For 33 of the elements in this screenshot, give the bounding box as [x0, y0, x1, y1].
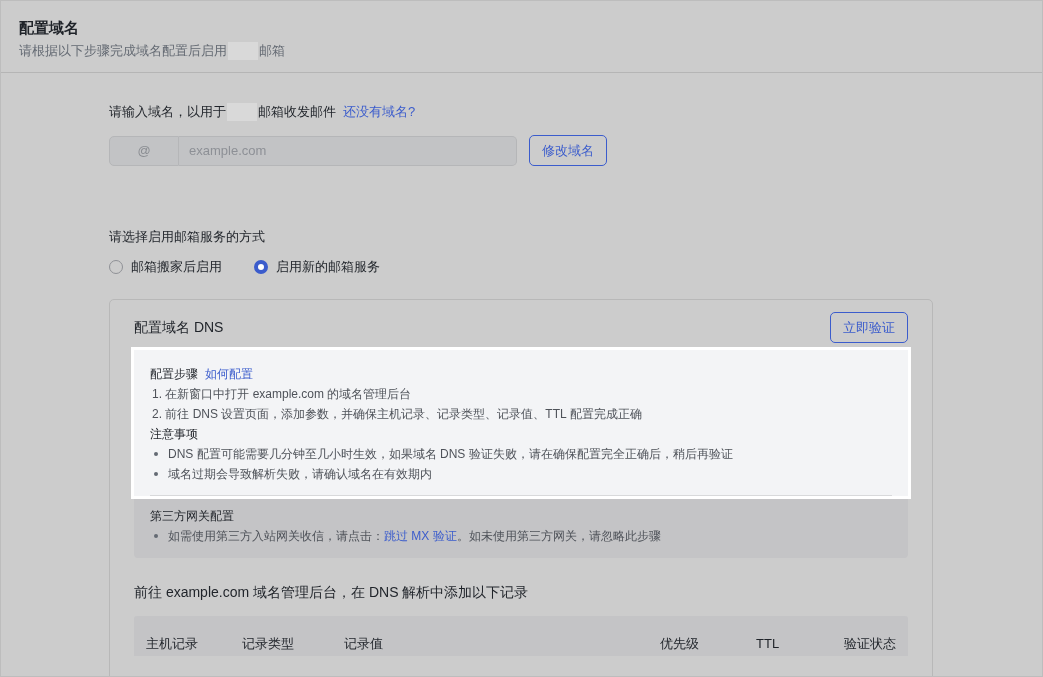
at-prefix: @ [109, 135, 179, 166]
how-to-link[interactable]: 如何配置 [205, 364, 253, 384]
card-title: 配置域名 DNS [134, 318, 224, 337]
verify-button[interactable]: 立即验证 [830, 312, 908, 343]
records-intro: 前往 example.com 域名管理后台，在 DNS 解析中添加以下记录 [134, 584, 530, 602]
column-header: 优先级 [660, 635, 700, 653]
gateway-title: 第三方网关配置 [150, 508, 235, 525]
column-header: 记录值 [344, 635, 384, 653]
bullet-icon [154, 452, 158, 456]
step-text: 2. 前往 DNS 设置页面，添加参数，并确保主机记录、记录类型、记录值、TTL 配置完成正确 [151, 406, 643, 423]
page-subtitle-end: 邮箱 [259, 42, 285, 60]
no-domain-link[interactable]: 还没有域名? [343, 103, 416, 121]
mode-radio-option[interactable]: 启用新的邮箱服务 [254, 258, 380, 276]
gateway-text: 如需使用第三方入站网关收信，请点击：跳过 MX 验证。如未使用第三方网关，请忽略此步骤 [168, 528, 661, 545]
steps-title: 配置步骤 [150, 366, 198, 383]
bullet-icon [154, 472, 158, 476]
step-text: 1. 在新窗口中打开 example.com 的域名管理后台 [151, 386, 413, 403]
page-subtitle: 请根据以下步骤完成域名配置后启用 [19, 42, 227, 60]
note-text: DNS 配置可能需要几分钟至几小时生效，如果域名 DNS 验证失败，请在确保配置完全正确后，稍后再验证 [168, 446, 733, 463]
notes-title: 注意事项 [150, 426, 199, 443]
column-header: 主机记录 [146, 635, 199, 653]
domain-label-end: 邮箱收发邮件 [258, 103, 336, 121]
mode-label: 请选择启用邮箱服务的方式 [109, 228, 266, 246]
domain-label: 请输入域名，以用于 [109, 103, 226, 121]
column-header: 验证状态 [844, 635, 896, 653]
bullet-icon [154, 534, 158, 538]
mode-radio-option[interactable]: 邮箱搬家后启用 [109, 258, 222, 276]
note-text: 域名过期会导致解析失败，请确认域名在有效期内 [168, 466, 432, 483]
page-title: 配置域名 [19, 18, 80, 38]
change-domain-button[interactable]: 修改域名 [529, 135, 607, 166]
skip-mx-link[interactable]: 跳过 MX 验证 [384, 529, 457, 543]
column-header: 记录类型 [242, 635, 295, 653]
column-header: TTL [756, 635, 781, 653]
